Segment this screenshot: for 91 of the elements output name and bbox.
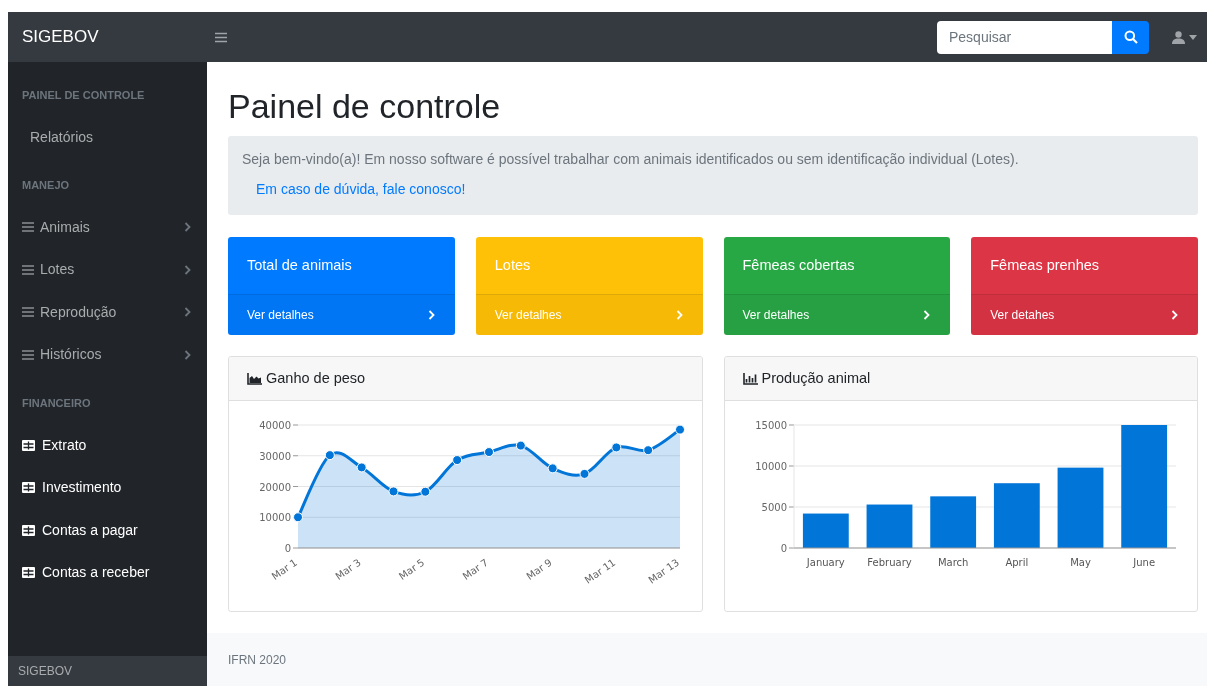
chevron-right-icon (427, 310, 435, 320)
axis-tick-label: 10000 (754, 461, 787, 472)
menu-icon (22, 307, 34, 318)
sidebar-toggle-button[interactable] (215, 31, 227, 43)
table-icon (22, 439, 35, 451)
sidebar-menu-item[interactable]: Reprodução (8, 291, 207, 334)
axis-tick-label: Mar 9 (524, 556, 555, 582)
data-point (356, 462, 367, 473)
sidebar-link[interactable]: Relatórios (8, 116, 207, 158)
menu-icon (215, 31, 227, 43)
axis-tick-label: Mar 5 (397, 556, 427, 582)
chevron-right-icon (184, 349, 191, 360)
menu-icon (22, 264, 34, 275)
axis-tick-label: May (1069, 557, 1091, 568)
axis-tick-label: February (867, 557, 912, 568)
sidebar-heading: MANEJO (21, 178, 71, 192)
axis-tick-label: Mar 7 (460, 556, 491, 582)
card-title: Lotes (494, 255, 531, 275)
data-point (388, 486, 399, 497)
search-field[interactable]: Pesquisar (937, 20, 1112, 54)
chevron-right-icon (184, 222, 191, 233)
data-point (325, 450, 336, 461)
table-icon (22, 482, 35, 494)
axis-tick-label: 0 (780, 543, 787, 554)
data-point (547, 463, 558, 474)
axis-tick-label: June (1133, 557, 1155, 568)
contact-link[interactable]: Em caso de dúvida, fale conosco! (256, 179, 466, 200)
axis-tick-label: 5000 (761, 502, 787, 513)
sidebar-menu-item[interactable]: Animais (8, 206, 207, 249)
chevron-right-icon (184, 307, 191, 318)
card-title: Total de animais (247, 255, 352, 275)
chevron-right-icon (923, 310, 931, 320)
data-point (579, 468, 590, 479)
data-point (675, 424, 686, 435)
card-title: Fêmeas prenhes (990, 255, 1100, 275)
data-point (611, 442, 622, 453)
data-point (452, 455, 463, 466)
menu-icon (22, 222, 34, 233)
area-chart-icon (247, 372, 262, 385)
details-link[interactable]: Ver detahes (971, 295, 1198, 335)
bar (866, 504, 913, 548)
sidebar-link[interactable]: Extrato (8, 424, 207, 467)
data-point (516, 440, 527, 451)
menu-icon (22, 349, 34, 360)
axis-tick-label: 20000 (259, 481, 292, 493)
user-icon (1172, 30, 1185, 44)
chevron-right-icon (675, 310, 683, 320)
axis-tick-label: Mar 1 (269, 556, 300, 582)
details-link[interactable]: Ver detalhes (228, 295, 455, 335)
alert-text: Seja bem-vindo(a)! Em nosso software é possível trabalhar com animais identificados ou sem identificação individual (Lotes). (242, 150, 1020, 169)
chart-title: Produção animal (761, 368, 871, 388)
axis-tick-label: Mar 11 (582, 556, 618, 586)
bar (930, 496, 976, 548)
bar-chart-icon (742, 372, 758, 385)
axis-tick-label: 15000 (754, 420, 787, 431)
data-point (484, 447, 495, 458)
sidebar-heading: PAINEL DE CONTROLE (21, 88, 146, 102)
chevron-right-icon (1171, 310, 1178, 320)
page-title: Painel de controle (228, 86, 502, 127)
search-button[interactable] (1112, 20, 1149, 54)
chart-title: Ganho de peso (266, 368, 366, 388)
footer-text: IFRN 2020 (228, 651, 287, 669)
axis-tick-label: Mar 13 (646, 556, 682, 586)
search-icon (1123, 30, 1138, 44)
axis-tick-label: March (937, 557, 969, 568)
table-icon (22, 567, 35, 579)
sidebar-link[interactable]: Investimento (8, 466, 207, 509)
axis-tick-label: January (806, 557, 845, 568)
axis-tick-label: 0 (284, 543, 292, 554)
bar (993, 483, 1040, 548)
axis-tick-label: 10000 (259, 512, 292, 524)
chevron-right-icon (184, 264, 191, 275)
sidebar-link[interactable]: Contas a pagar (8, 509, 207, 552)
table-icon (22, 524, 35, 536)
sidebar-link[interactable]: Contas a receber (8, 551, 207, 594)
user-menu-button[interactable] (1172, 30, 1197, 44)
sidebar-menu-item[interactable]: Históricos (8, 333, 207, 376)
data-point (643, 445, 654, 456)
sidebar-menu-item[interactable]: Lotes (8, 248, 207, 291)
footer-text: SIGEBOV (18, 663, 73, 680)
axis-tick-label: 40000 (259, 420, 292, 431)
card-title: Fêmeas cobertas (742, 255, 855, 275)
axis-tick-label: Mar 3 (333, 556, 364, 582)
data-point (293, 512, 304, 523)
axis-tick-label: 30000 (259, 450, 292, 462)
bar (802, 513, 849, 548)
brand-link[interactable]: SIGEBOV (22, 27, 99, 47)
axis-tick-label: April (1005, 557, 1028, 568)
caret-icon (1189, 34, 1197, 40)
sidebar-heading: FINANCEIRO (21, 396, 92, 410)
data-point (420, 486, 431, 497)
